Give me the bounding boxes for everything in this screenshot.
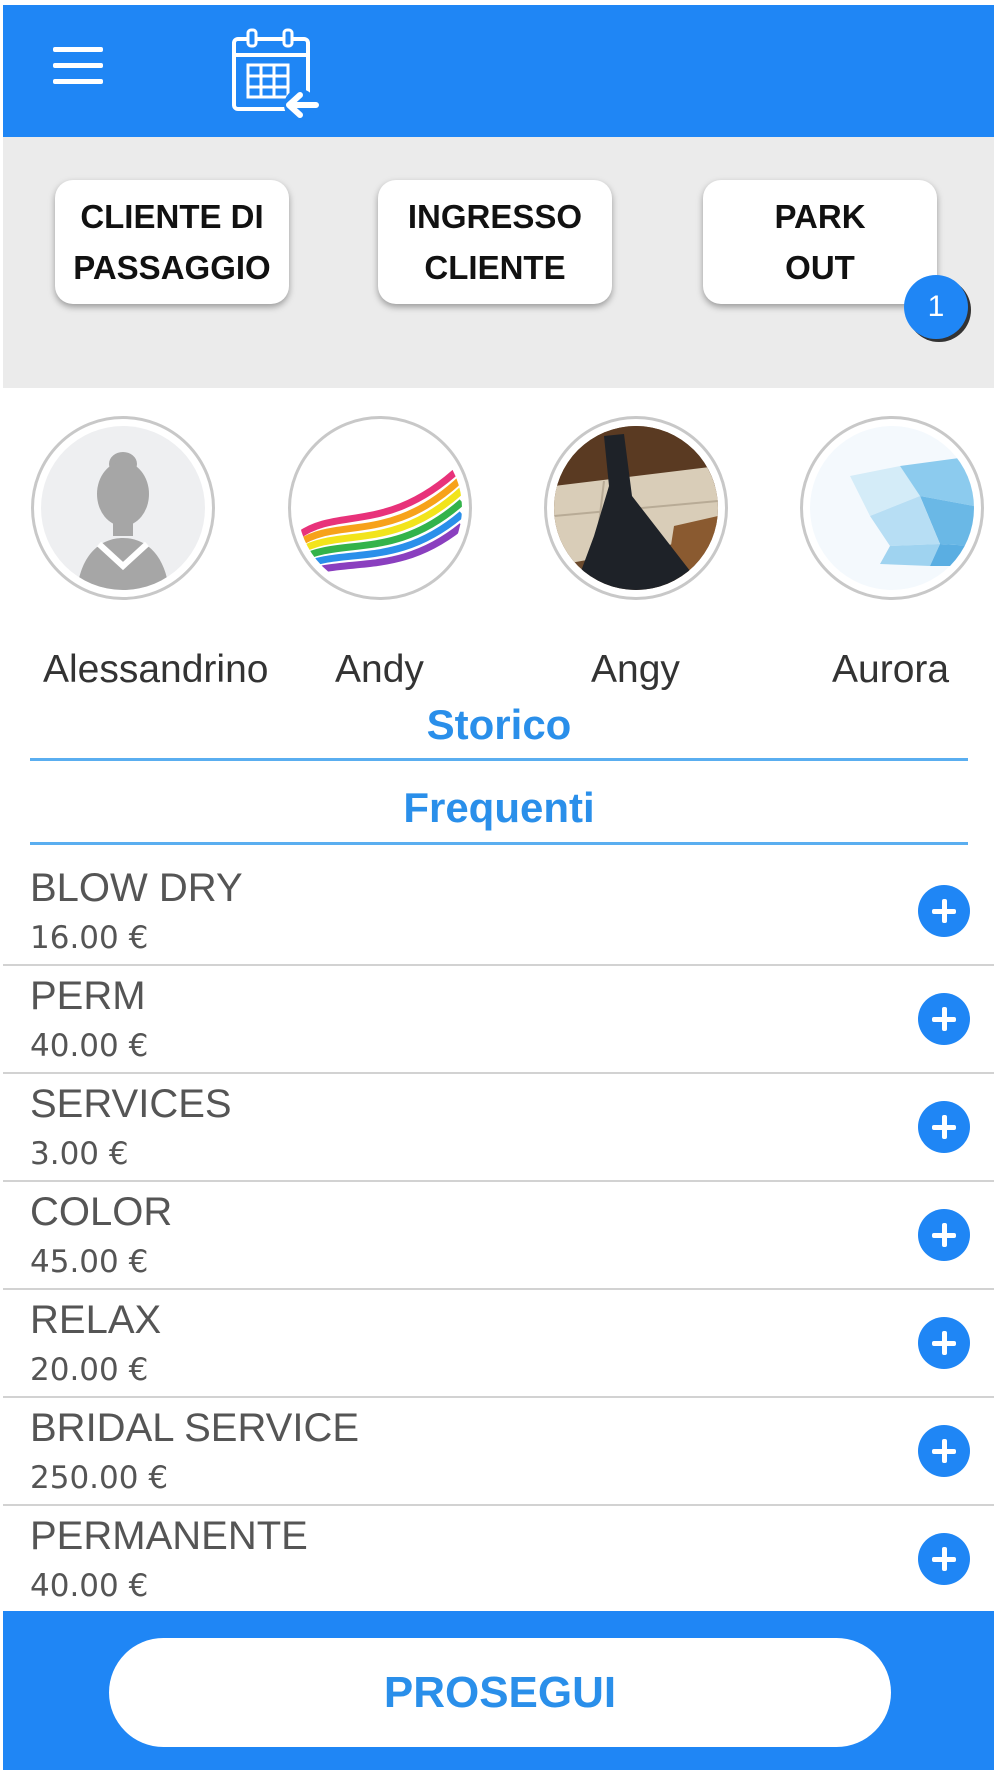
list-item[interactable]: BLOW DRY 16.00 € (3, 858, 994, 966)
service-price: 40.00 € (30, 1568, 149, 1604)
top-app-bar (3, 5, 994, 137)
quick-actions-bar: CLIENTE DI PASSAGGIO INGRESSO CLIENTE PA… (3, 137, 994, 388)
service-name: PERM (30, 974, 146, 1018)
customer-item[interactable]: Alessandrino (31, 416, 271, 691)
tab-frequent[interactable]: Frequenti (30, 784, 968, 832)
service-price: 40.00 € (30, 1028, 149, 1064)
tab-divider (30, 842, 968, 845)
calendar-arrow-icon[interactable] (228, 25, 328, 125)
add-service-icon[interactable] (918, 885, 970, 937)
app-screen: CLIENTE DI PASSAGGIO INGRESSO CLIENTE PA… (0, 0, 1000, 1778)
customer-item[interactable]: Andy (288, 416, 528, 691)
service-name: BLOW DRY (30, 866, 243, 910)
photo-avatar (554, 426, 718, 590)
tab-history[interactable]: Storico (30, 701, 968, 749)
avatar (544, 416, 728, 600)
default-avatar-icon (77, 452, 169, 590)
list-item[interactable]: PERM 40.00 € (3, 966, 994, 1074)
customer-name: Alessandrino (43, 648, 269, 691)
avatar (800, 416, 984, 600)
services-list: BLOW DRY 16.00 € PERM 40.00 € SERVICES 3… (3, 858, 994, 1611)
add-service-icon[interactable] (918, 1425, 970, 1477)
avatar (31, 416, 215, 600)
client-entry-button[interactable]: INGRESSO CLIENTE (378, 180, 612, 304)
avatar (288, 416, 472, 600)
park-out-button[interactable]: PARK OUT (703, 180, 937, 304)
add-service-icon[interactable] (918, 993, 970, 1045)
customer-name: Andy (335, 648, 424, 691)
service-price: 45.00 € (30, 1244, 149, 1280)
add-service-icon[interactable] (918, 1101, 970, 1153)
screen-edge (994, 0, 1000, 1778)
service-name: BRIDAL SERVICE (30, 1406, 360, 1450)
list-item[interactable]: COLOR 45.00 € (3, 1182, 994, 1290)
service-name: PERMANENTE (30, 1514, 308, 1558)
add-service-icon[interactable] (918, 1209, 970, 1261)
bottom-bar: PROSEGUI (3, 1611, 994, 1770)
list-item[interactable]: SERVICES 3.00 € (3, 1074, 994, 1182)
blue-polygon-avatar (850, 456, 974, 566)
tab-divider (30, 758, 968, 761)
customer-name: Angy (591, 648, 680, 691)
customer-name: Aurora (832, 648, 950, 691)
service-price: 20.00 € (30, 1352, 149, 1388)
list-item[interactable]: PERMANENTE 40.00 € (3, 1506, 994, 1611)
service-price: 16.00 € (30, 920, 149, 956)
walk-in-client-button[interactable]: CLIENTE DI PASSAGGIO (55, 180, 289, 304)
rainbow-swirl-avatar (298, 463, 462, 580)
continue-button[interactable]: PROSEGUI (109, 1638, 891, 1747)
add-service-icon[interactable] (918, 1533, 970, 1585)
customer-carousel[interactable]: Alessandrino Andy Angy Aurora (3, 388, 994, 691)
service-name: SERVICES (30, 1082, 232, 1126)
service-name: RELAX (30, 1298, 162, 1342)
service-price: 250.00 € (30, 1460, 169, 1496)
customer-item[interactable]: Aurora (800, 416, 1000, 691)
park-out-count-badge: 1 (904, 275, 968, 339)
list-item[interactable]: RELAX 20.00 € (3, 1290, 994, 1398)
customer-item[interactable]: Angy (544, 416, 784, 691)
service-name: COLOR (30, 1190, 173, 1234)
add-service-icon[interactable] (918, 1317, 970, 1369)
list-item[interactable]: BRIDAL SERVICE 250.00 € (3, 1398, 994, 1506)
hamburger-menu-icon[interactable] (53, 45, 109, 89)
service-price: 3.00 € (30, 1136, 129, 1172)
